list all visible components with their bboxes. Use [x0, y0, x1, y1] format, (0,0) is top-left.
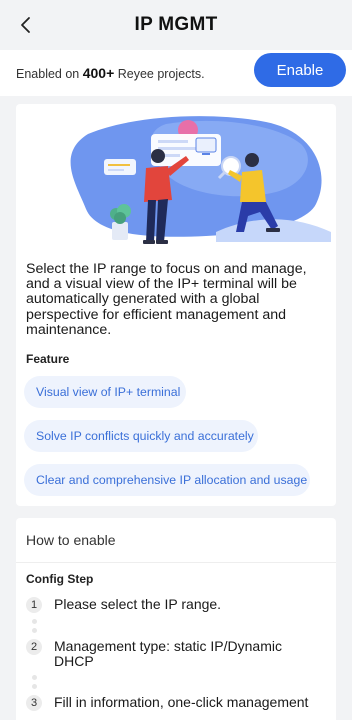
- step-number-1: 1: [26, 597, 42, 613]
- step-text-2: Management type: static IP/Dynamic DHCP: [54, 638, 282, 669]
- enable-button[interactable]: Enable: [254, 53, 346, 87]
- ip-management-illustration: [70, 116, 331, 244]
- feature-chip-visual-view: Visual view of IP+ terminal: [24, 376, 186, 408]
- how-to-enable-card: How to enable Config Step 1 Please selec…: [16, 518, 336, 720]
- step-connector-dot: [32, 675, 37, 680]
- step-connector-dot: [32, 684, 37, 689]
- how-to-enable-title: How to enable: [26, 532, 116, 548]
- step-connector-dot: [32, 619, 37, 624]
- usage-suffix: Reyee projects.: [114, 67, 205, 81]
- usage-count: 400+: [82, 65, 115, 81]
- chevron-left-icon: [21, 17, 30, 33]
- page-title: IP MGMT: [134, 14, 218, 35]
- usage-text: Enabled on 400+ Reyee projects.: [16, 65, 205, 81]
- step-text-1: Please select the IP range.: [54, 596, 222, 612]
- intro-description: Select the IP range to focus on and mana…: [26, 261, 307, 338]
- intro-card: Select the IP range to focus on and mana…: [16, 104, 336, 506]
- back-button[interactable]: [10, 10, 40, 40]
- usage-prefix: Enabled on: [16, 67, 83, 81]
- feature-chip-ip-allocation: Clear and comprehensive IP allocation an…: [24, 464, 310, 496]
- step-number-2: 2: [26, 639, 42, 655]
- feature-heading: Feature: [26, 352, 70, 366]
- step-number-3: 3: [26, 695, 42, 711]
- feature-chip-ip-conflicts: Solve IP conflicts quickly and accuratel…: [24, 420, 258, 452]
- step-connector-dot: [32, 628, 37, 633]
- header: IP MGMT: [0, 0, 352, 50]
- divider: [16, 562, 336, 563]
- step-text-3: Fill in information, one-click managemen…: [54, 694, 309, 710]
- usage-banner: Enabled on 400+ Reyee projects. Enable: [0, 50, 352, 96]
- config-step-heading: Config Step: [26, 572, 94, 586]
